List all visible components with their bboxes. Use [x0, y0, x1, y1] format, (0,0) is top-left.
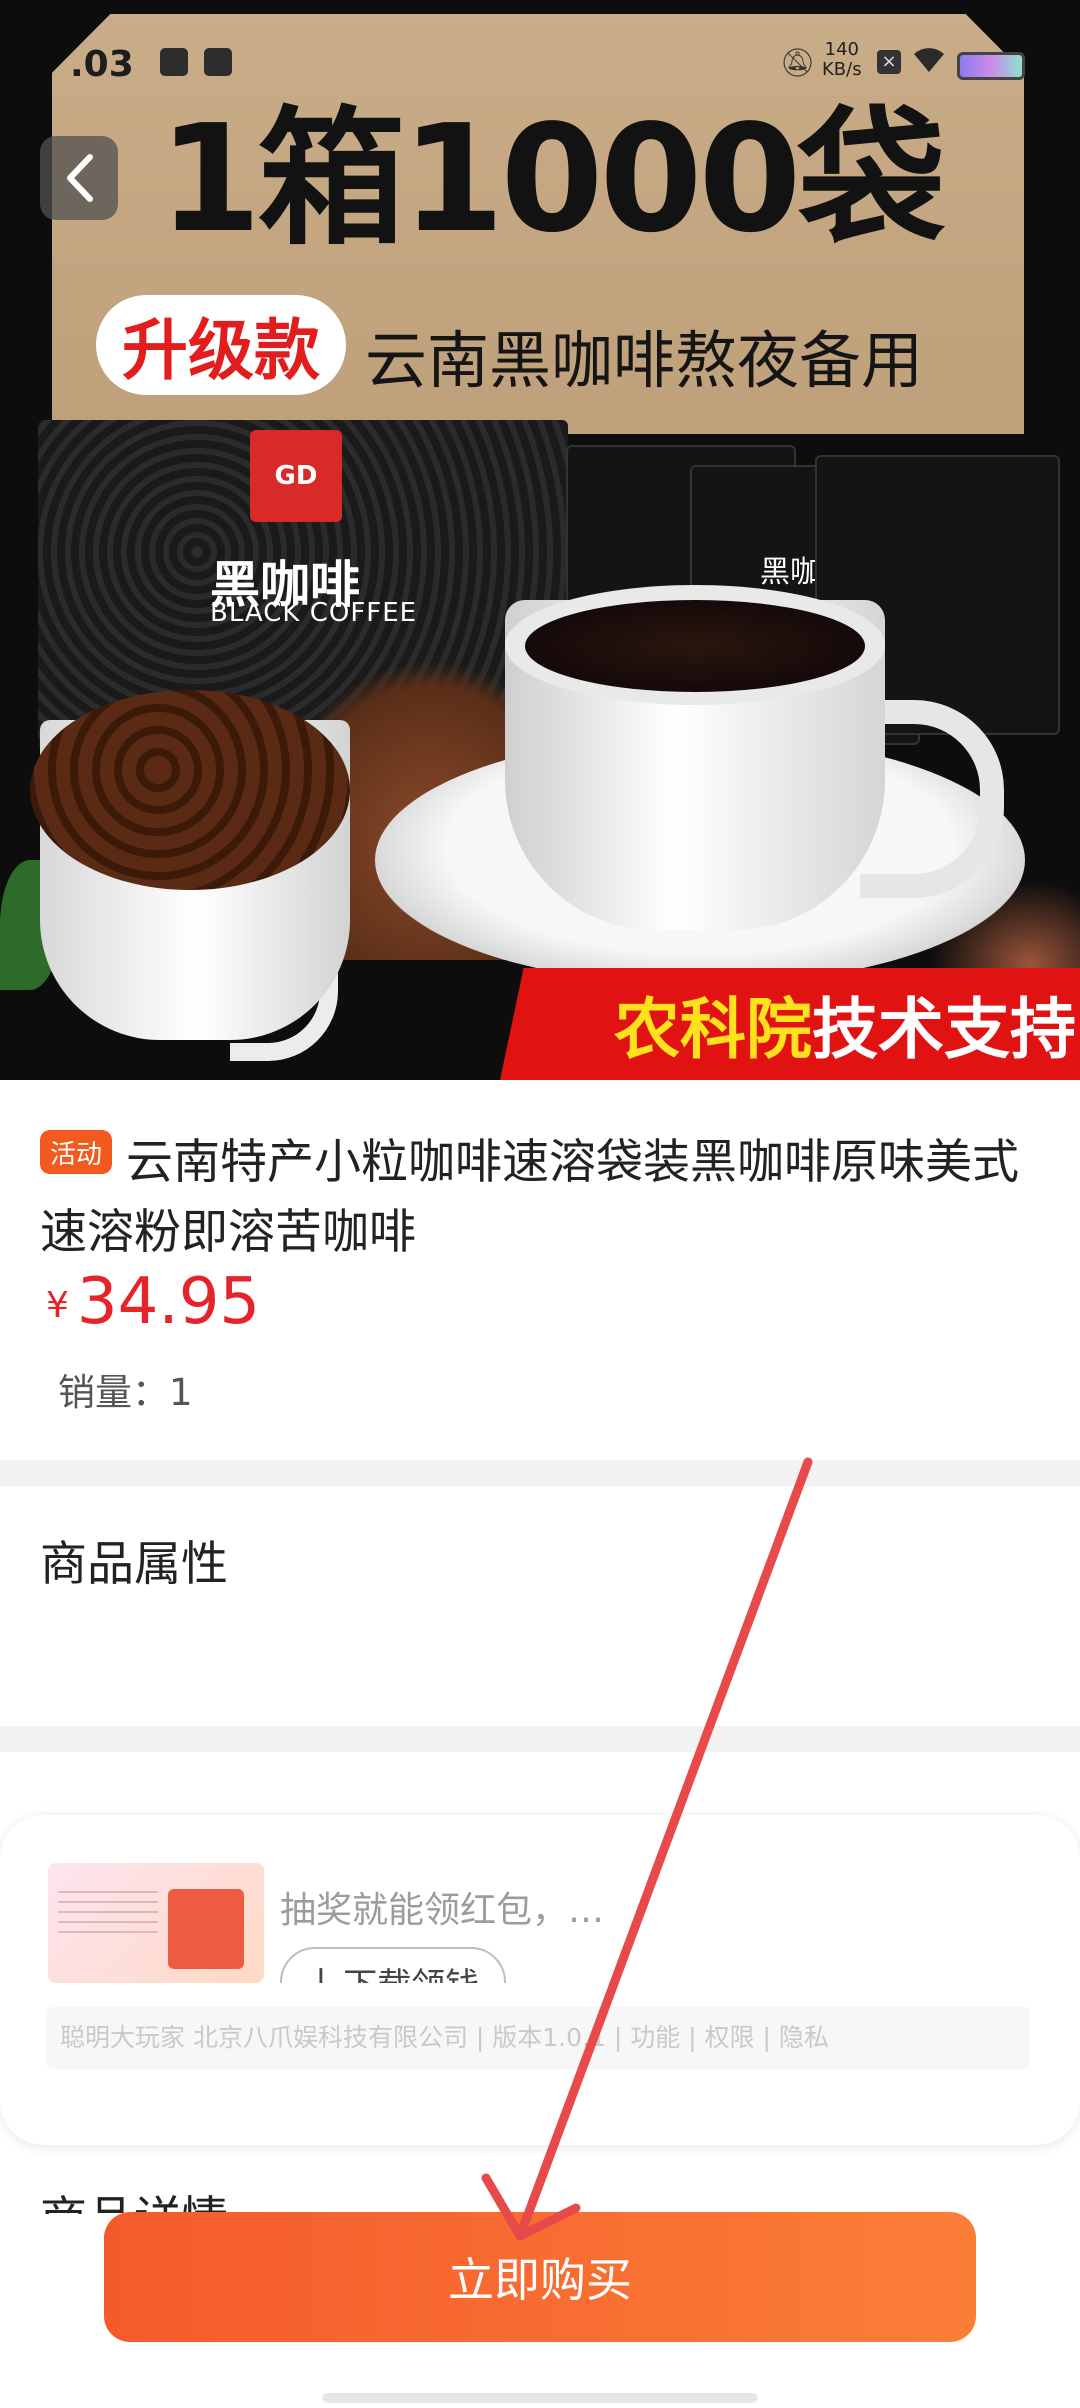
ad-footer[interactable]: 聪明大玩家 北京八爪娱科技有限公司 | 版本1.0.1 | 功能 | 权限 | …: [46, 2007, 1030, 2069]
coffee-beans-graphic: [30, 690, 350, 890]
status-bar: .03 🔕︎ 140 KB/s ×: [0, 40, 1080, 85]
buy-now-button[interactable]: 立即购买: [104, 2212, 976, 2342]
app-notification-icon: [204, 48, 232, 76]
no-sim-icon: ×: [877, 50, 901, 74]
battery-icon: [957, 52, 1025, 80]
ad-thumbnail[interactable]: [48, 1863, 264, 1983]
upgrade-tag: 升级款: [96, 295, 346, 395]
status-time: .03: [70, 44, 134, 85]
product-info: 云南特产小粒咖啡速溶袋装黑咖啡原味美式速溶粉即溶苦咖啡 活动 ¥34.95 销量…: [0, 1080, 1080, 1460]
details-section-title: 商品详情: [40, 2180, 228, 2214]
section-divider: [0, 1460, 1080, 1486]
brand-logo: GD: [250, 430, 342, 522]
attributes-section-title: 商品属性: [40, 1537, 228, 1592]
ribbon-text: 技术支持: [812, 991, 1076, 1068]
currency-symbol: ¥: [46, 1285, 69, 1326]
back-button[interactable]: [40, 136, 118, 220]
product-price: ¥34.95: [46, 1265, 260, 1339]
hero-headline: 1箱1000袋: [158, 93, 946, 265]
ad-card[interactable]: 抽奖就能领红包，… ↓ 下载领钱 聪明大玩家 北京八爪娱科技有限公司 | 版本1…: [0, 1815, 1080, 2145]
tech-support-ribbon: 农科院 技术支持: [500, 968, 1080, 1080]
product-title: 云南特产小粒咖啡速溶袋装黑咖啡原味美式速溶粉即溶苦咖啡: [40, 1135, 1019, 1260]
mute-icon: 🔕︎: [780, 46, 816, 79]
chevron-left-icon: [67, 154, 93, 202]
section-divider: [0, 1726, 1080, 1752]
network-speed-value: 140: [824, 39, 859, 60]
network-speed-unit: KB/s: [822, 59, 862, 80]
red-envelope-icon: [168, 1889, 244, 1969]
home-indicator[interactable]: [322, 2393, 758, 2403]
sales-count: 销量：1: [58, 1371, 193, 1414]
ad-text: 抽奖就能领红包，…: [280, 1890, 605, 1931]
coffee-surface-graphic: [525, 600, 865, 692]
ad-thumbnail-text-lines: [58, 1883, 158, 1933]
ribbon-highlight: 农科院: [614, 991, 812, 1068]
product-hero-image[interactable]: 1箱1000袋 升级款 云南黑咖啡熬夜备用 GD 黑咖啡 BLACK COFFE…: [0, 0, 1080, 1080]
network-speed: 140 KB/s: [822, 40, 862, 80]
price-value: 34.95: [76, 1265, 261, 1339]
app-notification-icon: [160, 48, 188, 76]
promo-badge: 活动: [40, 1130, 113, 1174]
hero-subheadline: 云南黑咖啡熬夜备用: [365, 324, 924, 397]
box-name-en: BLACK COFFEE: [210, 598, 418, 628]
wifi-icon: [912, 44, 946, 82]
